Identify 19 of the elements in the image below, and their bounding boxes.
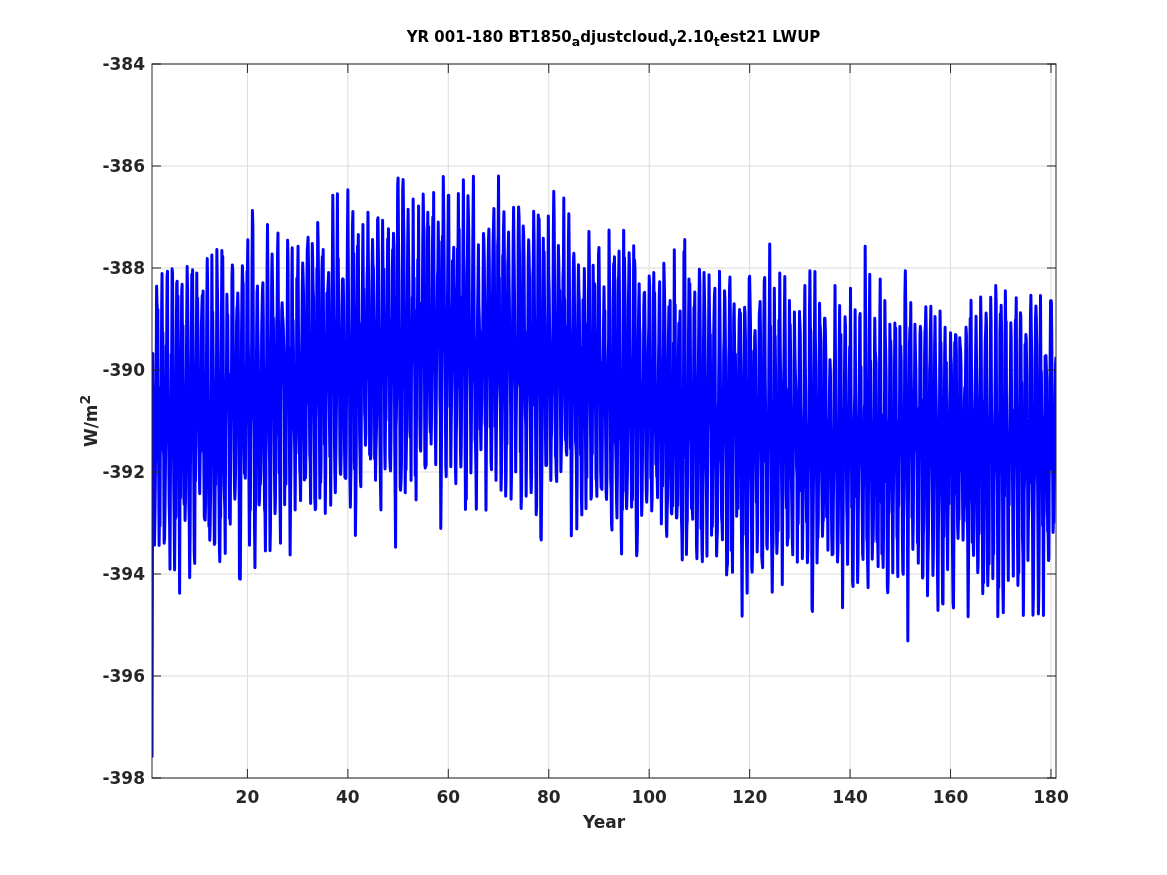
y-tick-label: -384 [102, 54, 145, 74]
y-tick-label: -392 [102, 462, 145, 482]
y-tick-label: -386 [102, 156, 145, 176]
y-tick-label: -390 [102, 360, 145, 380]
x-tick-label: 120 [731, 787, 768, 807]
y-tick-label: -394 [102, 564, 145, 584]
chart-title: YR 001-180 BT1850$_{a}$djustcloud$_{v}$2.10$_{t}$est21 LWUP [406, 29, 821, 48]
x-tick-label: 100 [631, 787, 667, 807]
x-axis-label: Year [582, 812, 626, 832]
x-tick-label: 160 [932, 787, 969, 807]
x-tick-label: 60 [436, 787, 461, 807]
y-tick-label: -388 [102, 258, 145, 278]
y-tick-label: -398 [102, 768, 145, 788]
x-tick-label: 80 [536, 787, 561, 807]
y-tick-label: -396 [102, 666, 145, 686]
x-tick-label: 180 [1033, 787, 1069, 807]
x-tick-label: 20 [235, 787, 260, 807]
x-tick-label: 140 [832, 787, 868, 807]
x-tick-label: 40 [336, 787, 360, 807]
